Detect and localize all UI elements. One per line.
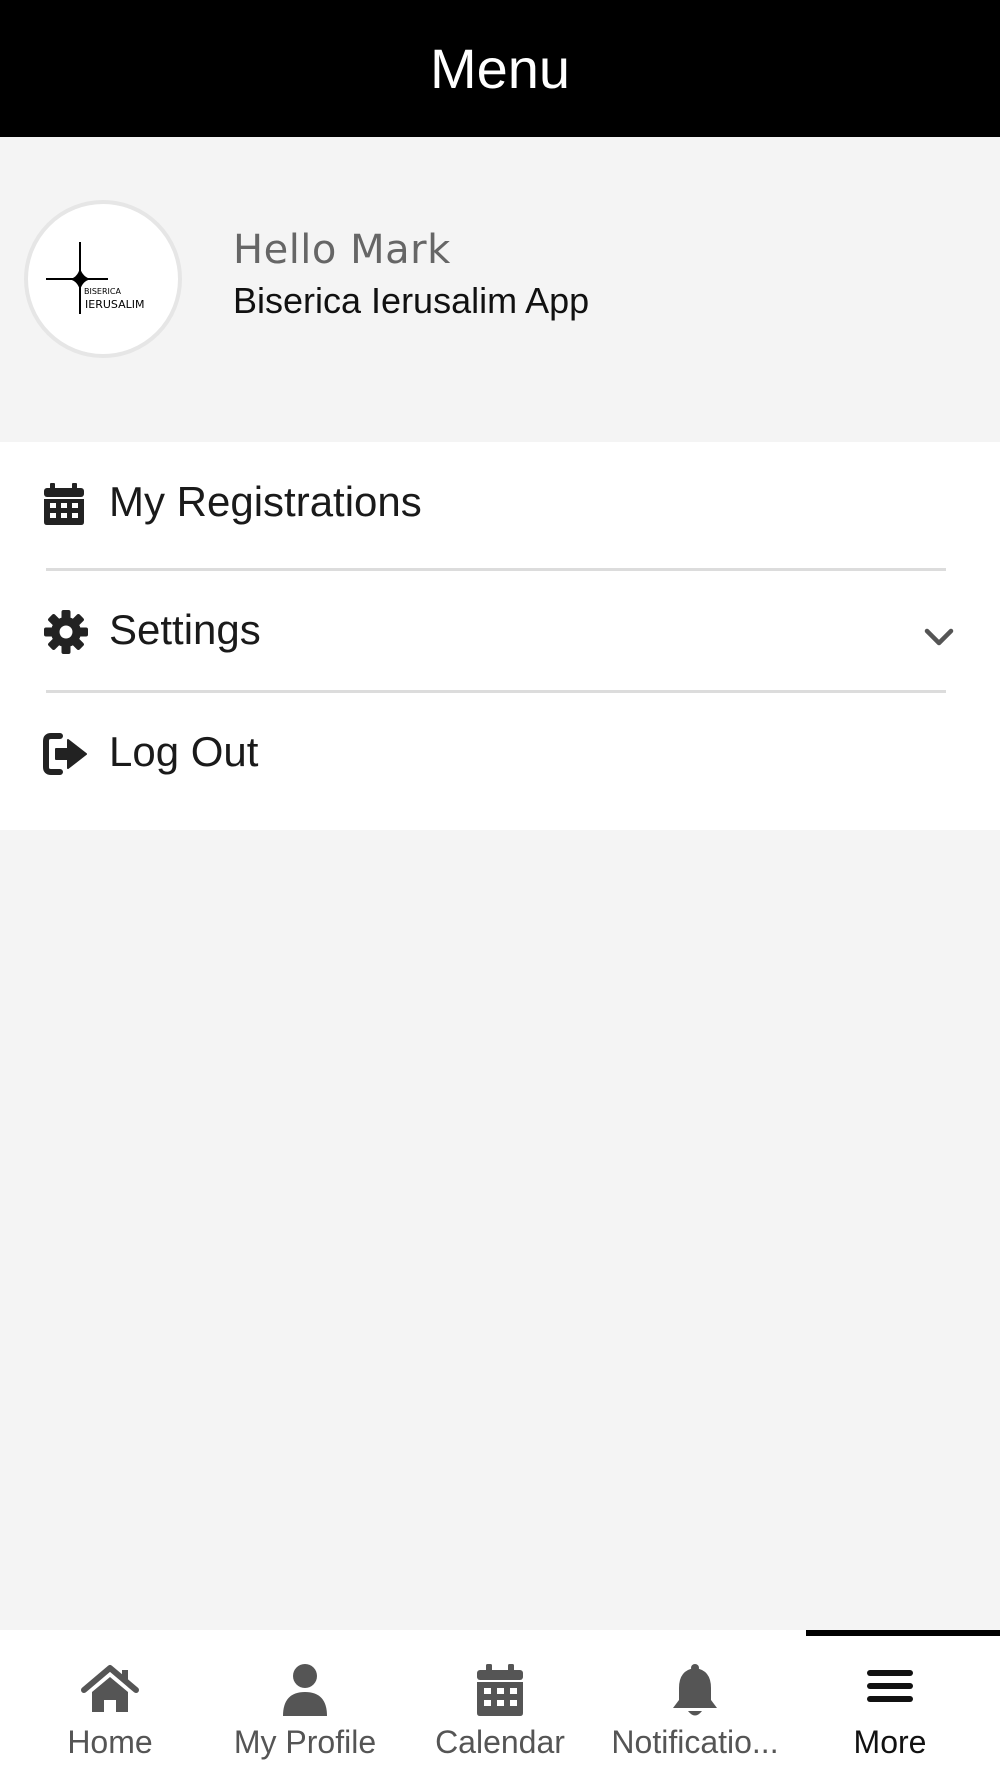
menu-item-label: Settings	[109, 606, 261, 653]
avatar: BISERICA IERUSALIM	[24, 200, 182, 358]
tab-calendar[interactable]: Calendar	[400, 1630, 600, 1778]
menu-list: My Registrations Settings Log Out	[0, 442, 1000, 830]
divider	[46, 690, 946, 693]
sign-out-icon	[43, 733, 87, 775]
menu-icon	[867, 1670, 913, 1702]
church-logo: BISERICA IERUSALIM	[46, 242, 144, 314]
menu-item-my-registrations[interactable]: My Registrations	[0, 442, 1000, 562]
gear-icon	[44, 610, 88, 654]
calendar-icon	[477, 1664, 523, 1716]
calendar-icon	[44, 483, 84, 525]
bottom-tab-bar: Home My Profile Calendar Notificatio... …	[0, 1630, 1000, 1778]
greeting-text: Hello Mark	[233, 227, 451, 273]
tab-more[interactable]: More	[790, 1630, 990, 1778]
home-icon	[81, 1665, 139, 1712]
menu-item-label: Log Out	[109, 728, 259, 775]
app-name: Biserica Ierusalim App	[233, 280, 590, 321]
profile-section: BISERICA IERUSALIM Hello Mark Biserica I…	[0, 137, 1000, 442]
divider	[46, 568, 946, 571]
menu-item-label: My Registrations	[109, 478, 422, 525]
header-bar: Menu	[0, 0, 1000, 137]
user-icon	[283, 1664, 327, 1716]
bell-icon	[673, 1664, 717, 1716]
menu-item-settings[interactable]: Settings	[0, 572, 1000, 692]
menu-item-log-out[interactable]: Log Out	[0, 694, 1000, 814]
tab-home[interactable]: Home	[10, 1630, 210, 1778]
tab-label: More	[853, 1724, 927, 1760]
tab-label: My Profile	[233, 1724, 377, 1760]
tab-label: Home	[67, 1724, 153, 1760]
tab-my-profile[interactable]: My Profile	[205, 1630, 405, 1778]
page-title: Menu	[429, 37, 571, 100]
tab-notifications[interactable]: Notificatio...	[595, 1630, 795, 1778]
tab-label: Calendar	[435, 1724, 565, 1760]
logo-line2: IERUSALIM	[85, 298, 144, 311]
tab-label: Notificatio...	[611, 1724, 779, 1760]
logo-line1: BISERICA	[84, 287, 121, 296]
chevron-down-icon[interactable]	[922, 620, 956, 654]
